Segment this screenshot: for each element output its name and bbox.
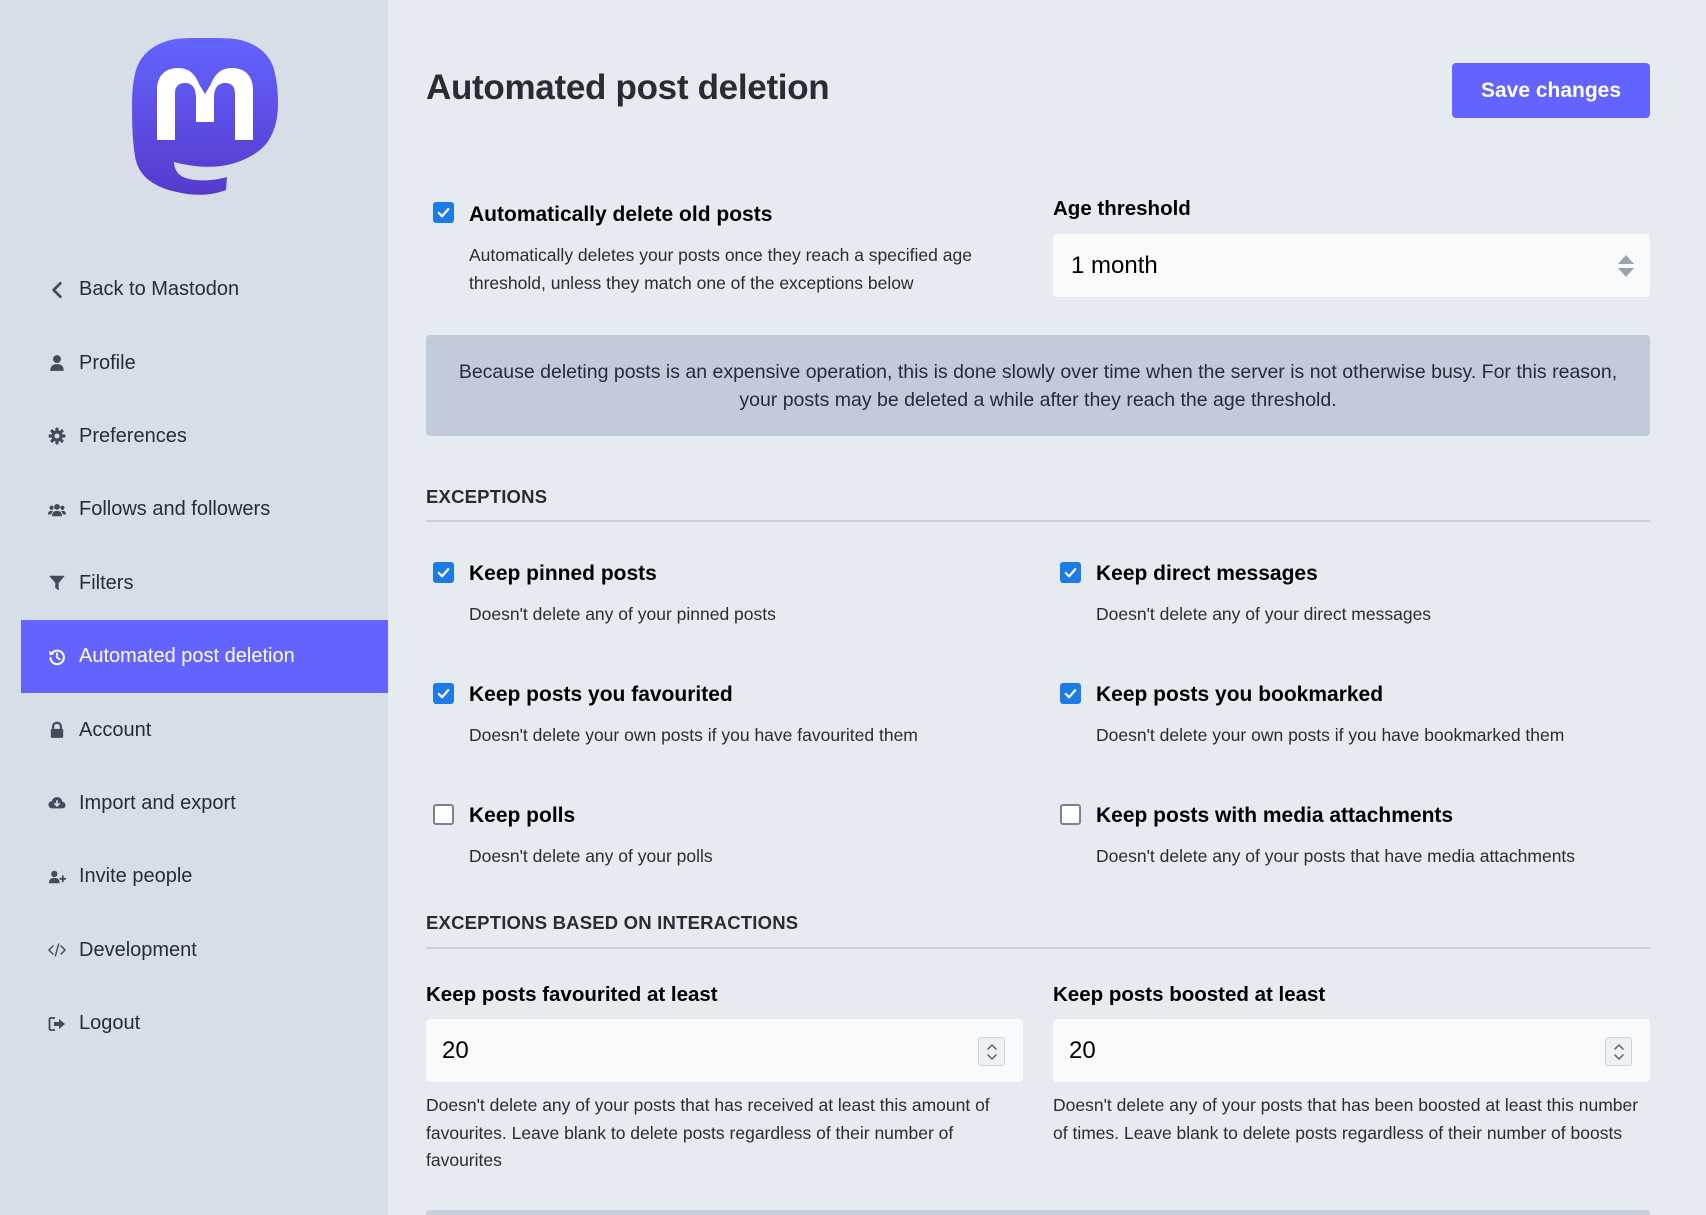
checkmark-icon	[1064, 689, 1077, 699]
keep-bookmarked-hint: Doesn't delete your own posts if you hav…	[1096, 725, 1565, 745]
sidebar-item-label: Filters	[79, 571, 134, 594]
sidebar-item-label: Account	[79, 718, 152, 741]
history-icon	[47, 647, 67, 667]
user-icon	[47, 353, 67, 373]
keep-pinned-label[interactable]: Keep pinned posts	[469, 562, 657, 586]
checkmark-icon	[437, 208, 450, 218]
warning-message: Because deleting posts is an expensive o…	[426, 335, 1650, 436]
sign-out-icon	[47, 1014, 67, 1034]
sidebar-item-invite-people[interactable]: Invite people	[21, 840, 388, 913]
sidebar-item-follows[interactable]: Follows and followers	[21, 473, 388, 546]
keep-polls-hint: Doesn't delete any of your polls	[469, 846, 713, 866]
keep-boosted-min-hint: Doesn't delete any of your posts that ha…	[1053, 1095, 1639, 1143]
lock-icon	[47, 720, 67, 740]
keep-favourited-min-input[interactable]: 20	[426, 1019, 1023, 1082]
sidebar-item-label: Back to Mastodon	[79, 278, 240, 301]
chevron-left-icon	[47, 280, 67, 300]
number-stepper[interactable]	[1605, 1037, 1632, 1066]
sidebar-item-label: Preferences	[79, 424, 187, 447]
keep-favourited-min-hint: Doesn't delete any of your posts that ha…	[426, 1095, 990, 1170]
sidebar-item-back[interactable]: Back to Mastodon	[21, 253, 388, 326]
main-content: Automated post deletion Save changes Aut…	[388, 0, 1706, 1215]
keep-boosted-min-label: Keep posts boosted at least	[1053, 983, 1326, 1006]
checkmark-icon	[437, 568, 450, 578]
keep-favourited-hint: Doesn't delete your own posts if you hav…	[469, 725, 918, 745]
keep-pinned-hint: Doesn't delete any of your pinned posts	[469, 604, 776, 624]
keep-favourited-label[interactable]: Keep posts you favourited	[469, 683, 733, 707]
sidebar-item-label: Development	[79, 938, 197, 961]
stepper-arrows-icon	[986, 1043, 997, 1060]
mastodon-logo-icon[interactable]	[131, 38, 279, 196]
keep-bookmarked-label[interactable]: Keep posts you bookmarked	[1096, 683, 1383, 707]
sidebar-nav: Back to Mastodon Profile Preferences Fol…	[21, 253, 388, 1060]
sidebar-item-label: Logout	[79, 1012, 141, 1035]
sidebar-item-logout[interactable]: Logout	[21, 987, 388, 1060]
keep-media-checkbox[interactable]	[1060, 804, 1081, 825]
code-icon	[47, 940, 67, 960]
age-threshold-value: 1 month	[1071, 251, 1158, 279]
sidebar-item-filters[interactable]: Filters	[21, 547, 388, 620]
keep-boosted-min-input[interactable]: 20	[1053, 1019, 1650, 1082]
sidebar-item-label: Import and export	[79, 791, 236, 814]
keep-direct-messages-label[interactable]: Keep direct messages	[1096, 562, 1318, 586]
auto-delete-checkbox[interactable]	[433, 202, 454, 223]
sidebar-item-development[interactable]: Development	[21, 914, 388, 987]
keep-favourited-min-value: 20	[442, 1036, 469, 1064]
keep-favourited-min-label: Keep posts favourited at least	[426, 983, 718, 1006]
app-window: Back to Mastodon Profile Preferences Fol…	[0, 0, 1706, 1215]
auto-delete-label[interactable]: Automatically delete old posts	[469, 203, 772, 227]
keep-media-hint: Doesn't delete any of your posts that ha…	[1096, 846, 1576, 866]
section-divider	[426, 947, 1650, 949]
age-threshold-select[interactable]: 1 month	[1053, 234, 1650, 297]
sidebar: Back to Mastodon Profile Preferences Fol…	[0, 0, 388, 1215]
keep-polls-label[interactable]: Keep polls	[469, 804, 575, 828]
users-icon	[47, 500, 67, 520]
sidebar-item-import-export[interactable]: Import and export	[21, 767, 388, 840]
auto-delete-hint: Automatically deletes your posts once th…	[469, 245, 972, 293]
checkmark-icon	[1064, 568, 1077, 578]
checkmark-icon	[437, 689, 450, 699]
select-arrows-icon	[1618, 255, 1634, 277]
sidebar-item-preferences[interactable]: Preferences	[21, 400, 388, 473]
cloud-download-icon	[47, 793, 67, 813]
filter-icon	[47, 573, 67, 593]
sidebar-item-label: Automated post deletion	[79, 645, 295, 668]
sidebar-item-profile[interactable]: Profile	[21, 326, 388, 399]
keep-direct-messages-hint: Doesn't delete any of your direct messag…	[1096, 604, 1432, 624]
sidebar-item-account[interactable]: Account	[21, 693, 388, 766]
keep-media-label[interactable]: Keep posts with media attachments	[1096, 804, 1453, 828]
sidebar-item-label: Invite people	[79, 865, 193, 888]
section-divider	[426, 520, 1650, 522]
sidebar-item-label: Follows and followers	[79, 498, 271, 521]
save-changes-button[interactable]: Save changes	[1452, 63, 1650, 118]
keep-boosted-min-value: 20	[1069, 1036, 1096, 1064]
exceptions-heading: EXCEPTIONS	[426, 486, 548, 507]
keep-pinned-checkbox[interactable]	[433, 562, 454, 583]
interactions-heading: EXCEPTIONS BASED ON INTERACTIONS	[426, 912, 799, 933]
next-section-edge	[426, 1210, 1650, 1215]
number-stepper[interactable]	[978, 1037, 1005, 1066]
keep-favourited-checkbox[interactable]	[433, 683, 454, 704]
stepper-arrows-icon	[1613, 1043, 1624, 1060]
sidebar-item-label: Profile	[79, 351, 136, 374]
keep-polls-checkbox[interactable]	[433, 804, 454, 825]
gear-icon	[47, 426, 67, 446]
sidebar-item-automated-post-deletion[interactable]: Automated post deletion	[21, 619, 388, 694]
user-plus-icon	[47, 867, 67, 887]
keep-direct-messages-checkbox[interactable]	[1060, 562, 1081, 583]
keep-bookmarked-checkbox[interactable]	[1060, 683, 1081, 704]
page-title: Automated post deletion	[426, 68, 830, 107]
age-threshold-label: Age threshold	[1053, 197, 1191, 220]
